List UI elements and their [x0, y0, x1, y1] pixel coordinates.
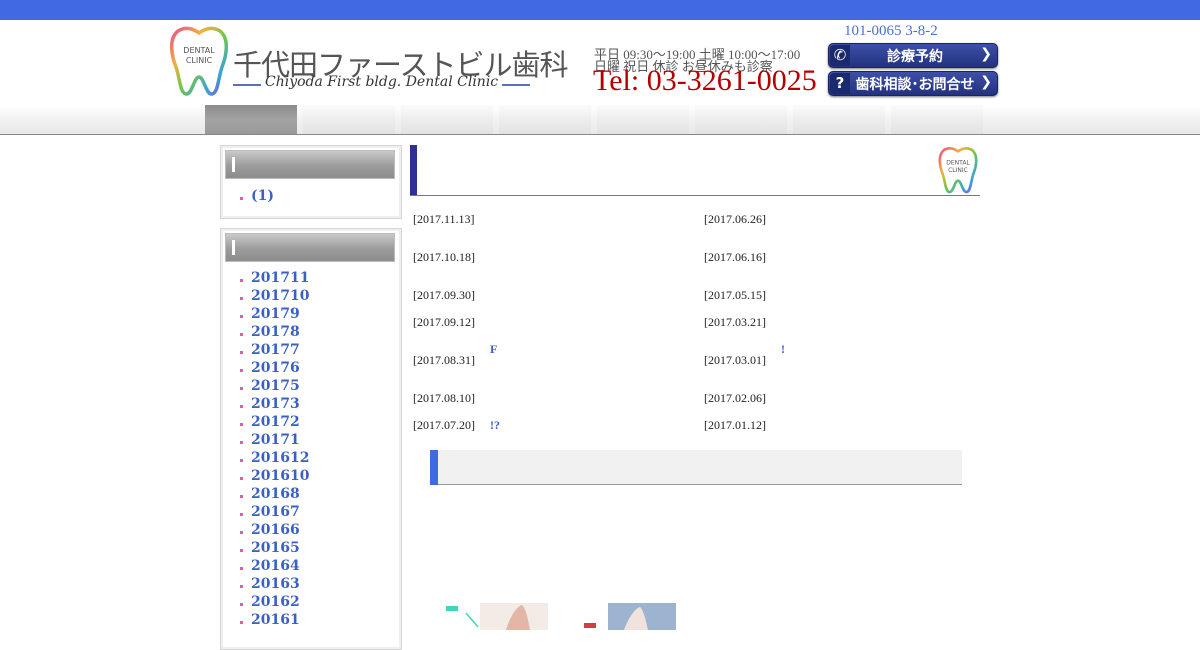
reservation-button[interactable]: ✆ 診療予約 ❯: [828, 43, 998, 68]
news-link[interactable]: F: [490, 342, 497, 357]
archive-link[interactable]: 201612: [239, 449, 309, 467]
news-date: [2017.08.31]: [413, 353, 475, 367]
question-icon: ?: [830, 73, 850, 94]
contact-button[interactable]: ? 歯科相談･お問合せ ❯: [828, 71, 998, 96]
news-date: [2017.11.13]: [413, 212, 475, 226]
archive-link[interactable]: 20163: [239, 575, 309, 593]
clinic-name-en: Chiyoda First bldg. Dental Clinic: [265, 74, 499, 90]
news-date: [2017.01.12]: [704, 418, 766, 432]
global-nav: [0, 105, 1200, 135]
archive-link[interactable]: 20172: [239, 413, 309, 431]
archive-link[interactable]: 20178: [239, 323, 309, 341]
section-heading: [430, 450, 962, 485]
archive-link[interactable]: 20162: [239, 593, 309, 611]
archive-link[interactable]: 20171: [239, 431, 309, 449]
heading-accent-bar: [410, 145, 417, 195]
archive-link[interactable]: 20176: [239, 359, 309, 377]
news-link[interactable]: !?: [490, 418, 500, 433]
archive-link[interactable]: 201610: [239, 467, 309, 485]
nav-item-3[interactable]: [401, 105, 493, 134]
news-date: [2017.02.06]: [704, 391, 766, 405]
archive-link[interactable]: 20164: [239, 557, 309, 575]
top-accent-bar: [0, 0, 1200, 20]
archive-link[interactable]: 20168: [239, 485, 309, 503]
phone-icon: ✆: [830, 45, 850, 66]
nav-item-2[interactable]: [303, 105, 395, 134]
archive-list: 201711 201710 20179 20178 20177 20176 20…: [239, 269, 309, 629]
archive-link[interactable]: 20166: [239, 521, 309, 539]
tooth-text-line1: DENTAL: [183, 46, 215, 55]
sidebar-category-box: (1): [220, 145, 402, 219]
reservation-button-label: 診療予約: [887, 49, 943, 65]
chevron-right-icon: ❯: [980, 74, 992, 90]
archive-link[interactable]: 20175: [239, 377, 309, 395]
sidebar-archive-box: 201711 201710 20179 20178 20177 20176 20…: [220, 228, 402, 650]
section-heading-accent-bar: [430, 450, 438, 485]
archive-link[interactable]: 20177: [239, 341, 309, 359]
archive-link[interactable]: 20167: [239, 503, 309, 521]
news-date: [2017.10.18]: [413, 250, 475, 264]
postal-address: 101-0065 3-8-2: [844, 23, 938, 39]
news-date: [2017.03.01]: [704, 353, 766, 367]
nav-item-8[interactable]: [891, 105, 983, 134]
sidebar-category-heading: [225, 150, 395, 179]
tooth-text-line1: DENTAL: [946, 160, 970, 167]
archive-link[interactable]: 201710: [239, 287, 309, 305]
nav-item-1[interactable]: [205, 105, 297, 134]
contact-button-label: 歯科相談･お問合せ: [855, 77, 975, 93]
category-link[interactable]: (1): [239, 187, 274, 205]
archive-link[interactable]: 20179: [239, 305, 309, 323]
tooth-diagram-image: [446, 603, 548, 630]
tooth-small-icon: DENTAL CLINIC: [938, 146, 978, 194]
news-date: [2017.05.15]: [704, 288, 766, 302]
dental-photo-image: [584, 603, 676, 630]
nav-item-6[interactable]: [695, 105, 787, 134]
news-date: [2017.03.21]: [704, 315, 766, 329]
logo-rule-right: [502, 84, 530, 86]
archive-link[interactable]: 20161: [239, 611, 309, 629]
logo-rule-left: [233, 84, 261, 86]
phone-number: Tel: 03-3261-0025: [593, 64, 817, 97]
news-date: [2017.07.20]: [413, 418, 475, 432]
news-date: [2017.09.12]: [413, 315, 475, 329]
tooth-text-line2: CLINIC: [186, 56, 213, 65]
archive-link[interactable]: 201711: [239, 269, 309, 287]
news-link[interactable]: !: [781, 342, 785, 357]
sidebar-archive-heading: [225, 233, 395, 262]
category-list: (1): [239, 187, 274, 205]
news-date: [2017.09.30]: [413, 288, 475, 302]
nav-item-5[interactable]: [597, 105, 689, 134]
news-heading: DENTAL CLINIC: [410, 145, 980, 196]
news-date: [2017.08.10]: [413, 391, 475, 405]
archive-link[interactable]: 20173: [239, 395, 309, 413]
archive-link[interactable]: 20165: [239, 539, 309, 557]
tooth-text-line2: CLINIC: [948, 167, 968, 174]
nav-item-4[interactable]: [499, 105, 591, 134]
news-date: [2017.06.26]: [704, 212, 766, 226]
nav-item-7[interactable]: [793, 105, 885, 134]
news-date: [2017.06.16]: [704, 250, 766, 264]
tooth-logo-icon[interactable]: DENTAL CLINIC: [168, 25, 230, 97]
chevron-right-icon: ❯: [980, 46, 992, 62]
